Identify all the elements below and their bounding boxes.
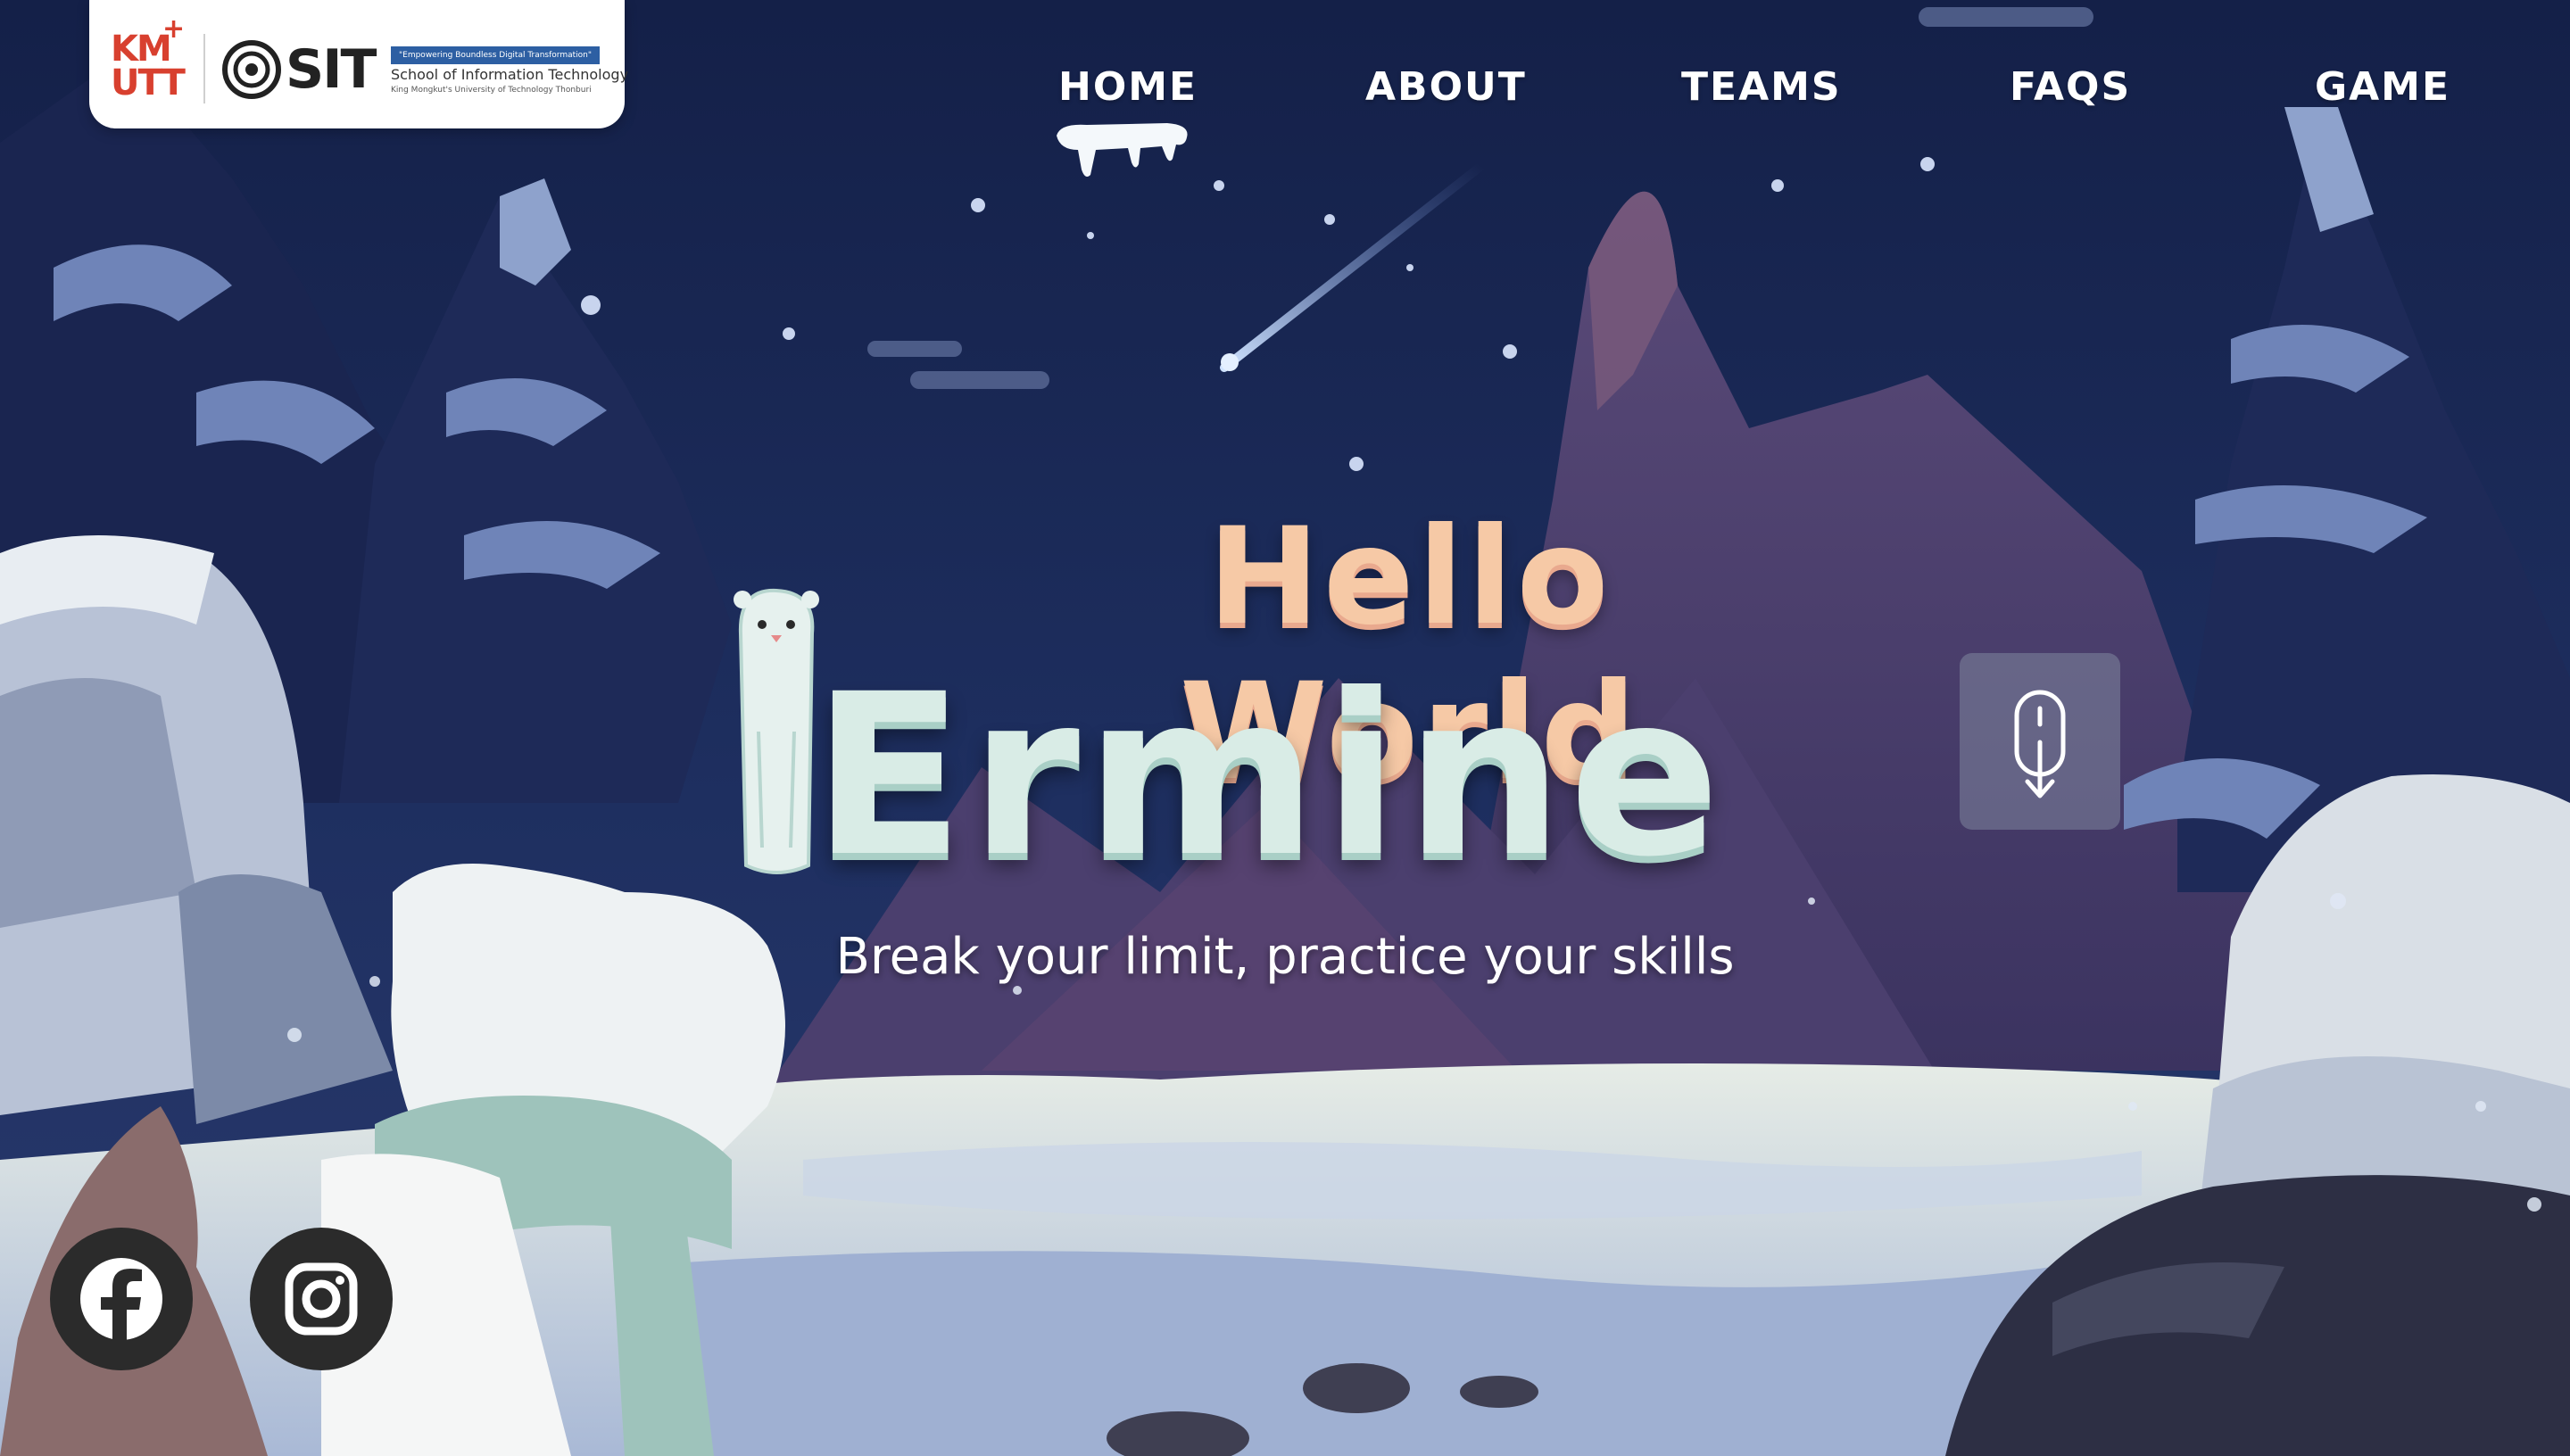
main-nav: HOME ABOUT TEAMS FAQS GAME [0,64,2570,118]
hero-tagline: Break your limit, practice your skills [835,928,1735,986]
active-nav-snow-underline [1057,123,1188,177]
nav-teams[interactable]: TEAMS [1681,64,1842,110]
facebook-button[interactable] [50,1228,193,1370]
hero-title-line2: Ermine [812,646,1726,906]
nav-about[interactable]: ABOUT [1365,64,1527,110]
scroll-down-button[interactable] [1960,653,2120,830]
kmutt-plus-icon: + [162,13,185,45]
nav-game[interactable]: GAME [2315,64,2450,110]
nav-home[interactable]: HOME [1058,64,1198,110]
instagram-button[interactable] [250,1228,393,1370]
facebook-icon [80,1258,162,1342]
mouse-scroll-icon [2014,690,2066,798]
nav-faqs[interactable]: FAQS [2010,64,2131,110]
instagram-icon [285,1262,358,1336]
logo-tagline: "Empowering Boundless Digital Transforma… [391,46,600,64]
